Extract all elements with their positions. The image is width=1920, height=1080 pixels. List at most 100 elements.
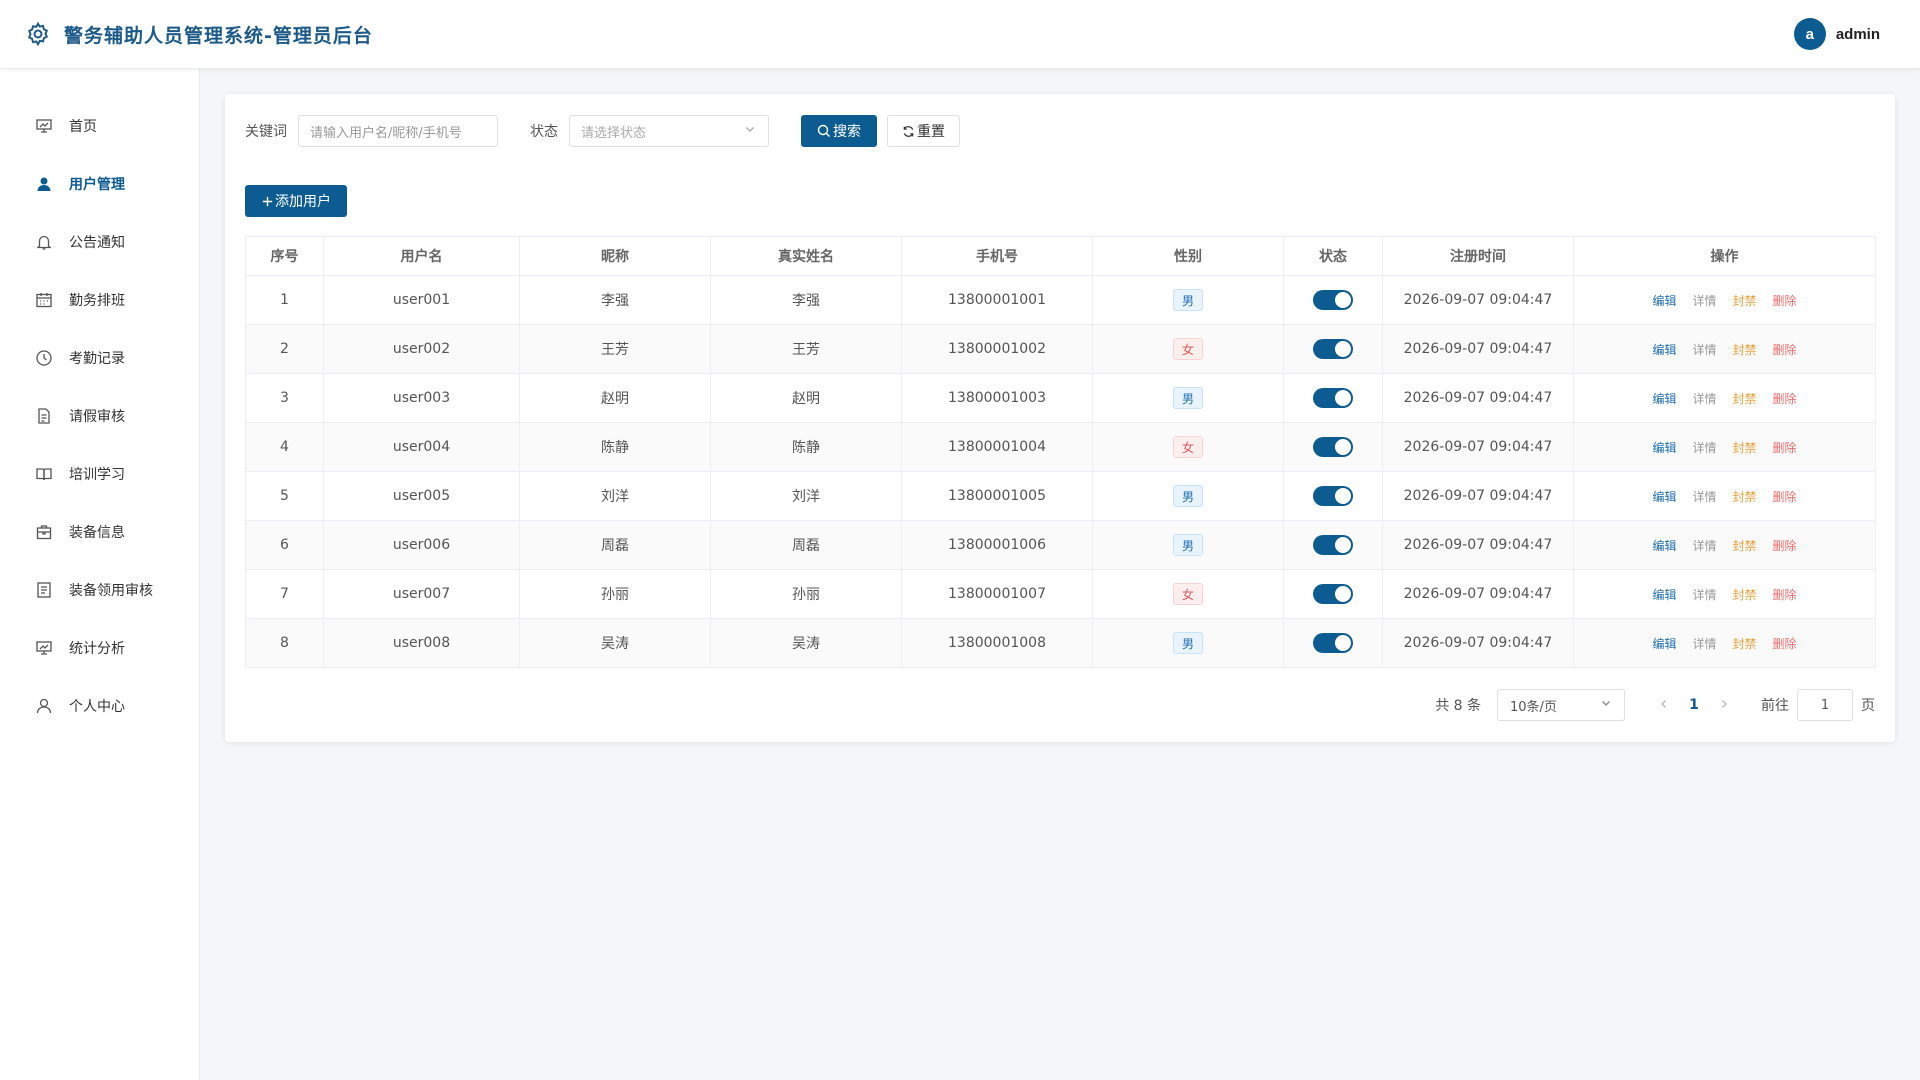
- status-toggle[interactable]: [1313, 388, 1353, 408]
- detail-link[interactable]: 详情: [1692, 490, 1716, 504]
- cell-nickname: 赵明: [519, 373, 711, 423]
- status-label: 状态: [530, 124, 558, 140]
- page-number-current[interactable]: 1: [1679, 697, 1709, 713]
- status-select[interactable]: 请选择状态: [569, 115, 769, 147]
- avatar[interactable]: a: [1793, 18, 1826, 50]
- sidebar-item-schedule[interactable]: 勤务排班: [0, 271, 199, 329]
- ban-link[interactable]: 封禁: [1733, 441, 1757, 455]
- ban-link[interactable]: 封禁: [1733, 539, 1757, 553]
- delete-link[interactable]: 删除: [1773, 539, 1797, 553]
- status-toggle[interactable]: [1313, 339, 1353, 359]
- cell-username: user002: [323, 324, 520, 374]
- edit-link[interactable]: 编辑: [1652, 343, 1676, 357]
- column-header: 手机号: [901, 236, 1093, 276]
- delete-link[interactable]: 删除: [1773, 441, 1797, 455]
- keyword-input[interactable]: 请输入用户名/昵称/手机号: [298, 115, 498, 147]
- table-row: 1 user001 李强 李强 13800001001 男 2026-09-07 09:04…: [245, 275, 1876, 325]
- cell-username: user005: [323, 471, 520, 521]
- chevron-down-icon: [744, 123, 756, 139]
- add-user-label: 添加用户: [275, 194, 331, 210]
- delete-link[interactable]: 删除: [1773, 392, 1797, 406]
- status-toggle[interactable]: [1313, 584, 1353, 604]
- cell-username: user007: [323, 569, 520, 619]
- cell-phone: 13800001007: [901, 569, 1093, 619]
- sidebar-item-notices[interactable]: 公告通知: [0, 213, 199, 271]
- username-label[interactable]: admin: [1836, 26, 1880, 43]
- ban-link[interactable]: 封禁: [1733, 343, 1757, 357]
- detail-link[interactable]: 详情: [1692, 343, 1716, 357]
- sidebar-item-label: 统计分析: [69, 641, 125, 657]
- detail-link[interactable]: 详情: [1692, 392, 1716, 406]
- cell-actions: 编辑 详情 封禁 删除: [1573, 569, 1876, 619]
- prev-page-button[interactable]: [1649, 697, 1679, 713]
- cell-gender: 女: [1092, 324, 1284, 374]
- ban-link[interactable]: 封禁: [1733, 490, 1757, 504]
- status-toggle[interactable]: [1313, 486, 1353, 506]
- sidebar-item-attendance[interactable]: 考勤记录: [0, 329, 199, 387]
- cell-realname: 李强: [710, 275, 902, 325]
- delete-link[interactable]: 删除: [1773, 343, 1797, 357]
- ban-link[interactable]: 封禁: [1733, 637, 1757, 651]
- table-row: 7 user007 孙丽 孙丽 13800001007 女 2026-09-07 09:04…: [245, 569, 1876, 619]
- ban-link[interactable]: 封禁: [1733, 294, 1757, 308]
- cell-no: 7: [245, 569, 324, 619]
- edit-link[interactable]: 编辑: [1652, 294, 1676, 308]
- edit-link[interactable]: 编辑: [1652, 539, 1676, 553]
- cell-phone: 13800001002: [901, 324, 1093, 374]
- gender-tag: 男: [1173, 387, 1203, 409]
- sidebar-item-profile[interactable]: 个人中心: [0, 677, 199, 735]
- detail-link[interactable]: 详情: [1692, 294, 1716, 308]
- sidebar-item-label: 装备信息: [69, 525, 125, 541]
- detail-link[interactable]: 详情: [1692, 441, 1716, 455]
- sidebar-item-label: 用户管理: [69, 177, 125, 193]
- edit-link[interactable]: 编辑: [1652, 392, 1676, 406]
- cell-phone: 13800001005: [901, 471, 1093, 521]
- sidebar-item-statistics[interactable]: 统计分析: [0, 619, 199, 677]
- status-toggle[interactable]: [1313, 535, 1353, 555]
- clock-icon: [35, 349, 53, 367]
- sidebar-item-equipment-review[interactable]: 装备领用审核: [0, 561, 199, 619]
- column-header: 操作: [1573, 236, 1876, 276]
- delete-link[interactable]: 删除: [1773, 588, 1797, 602]
- detail-link[interactable]: 详情: [1692, 588, 1716, 602]
- sidebar-item-training[interactable]: 培训学习: [0, 445, 199, 503]
- cell-actions: 编辑 详情 封禁 删除: [1573, 324, 1876, 374]
- cell-no: 8: [245, 618, 324, 668]
- delete-link[interactable]: 删除: [1773, 490, 1797, 504]
- cell-gender: 女: [1092, 422, 1284, 472]
- user-menu[interactable]: a admin: [1793, 18, 1880, 50]
- ban-link[interactable]: 封禁: [1733, 588, 1757, 602]
- page-size-select[interactable]: 10条/页: [1497, 689, 1625, 721]
- edit-link[interactable]: 编辑: [1652, 441, 1676, 455]
- detail-link[interactable]: 详情: [1692, 637, 1716, 651]
- status-toggle[interactable]: [1313, 633, 1353, 653]
- cell-registered: 2026-09-07 09:04:47: [1382, 324, 1574, 374]
- sidebar-item-equipment[interactable]: 装备信息: [0, 503, 199, 561]
- gender-tag: 男: [1173, 289, 1203, 311]
- ban-link[interactable]: 封禁: [1733, 392, 1757, 406]
- delete-link[interactable]: 删除: [1773, 637, 1797, 651]
- edit-link[interactable]: 编辑: [1652, 490, 1676, 504]
- search-button[interactable]: 搜索: [801, 115, 877, 147]
- status-toggle[interactable]: [1313, 437, 1353, 457]
- reset-button[interactable]: 重置: [887, 115, 960, 147]
- cell-username: user003: [323, 373, 520, 423]
- table-row: 2 user002 王芳 王芳 13800001002 女 2026-09-07 09:04…: [245, 324, 1876, 374]
- refresh-icon: [902, 125, 915, 138]
- goto-page-input[interactable]: 1: [1797, 689, 1853, 721]
- calendar-icon: [35, 291, 53, 309]
- cell-registered: 2026-09-07 09:04:47: [1382, 275, 1574, 325]
- add-user-button[interactable]: 添加用户: [245, 185, 347, 217]
- detail-link[interactable]: 详情: [1692, 539, 1716, 553]
- next-page-button[interactable]: [1709, 697, 1739, 713]
- sidebar-item-leave-review[interactable]: 请假审核: [0, 387, 199, 445]
- status-toggle[interactable]: [1313, 290, 1353, 310]
- cell-username: user001: [323, 275, 520, 325]
- edit-link[interactable]: 编辑: [1652, 637, 1676, 651]
- cell-status: [1283, 324, 1383, 374]
- cell-status: [1283, 422, 1383, 472]
- delete-link[interactable]: 删除: [1773, 294, 1797, 308]
- sidebar-item-home[interactable]: 首页: [0, 97, 199, 155]
- edit-link[interactable]: 编辑: [1652, 588, 1676, 602]
- sidebar-item-users[interactable]: 用户管理: [0, 155, 199, 213]
